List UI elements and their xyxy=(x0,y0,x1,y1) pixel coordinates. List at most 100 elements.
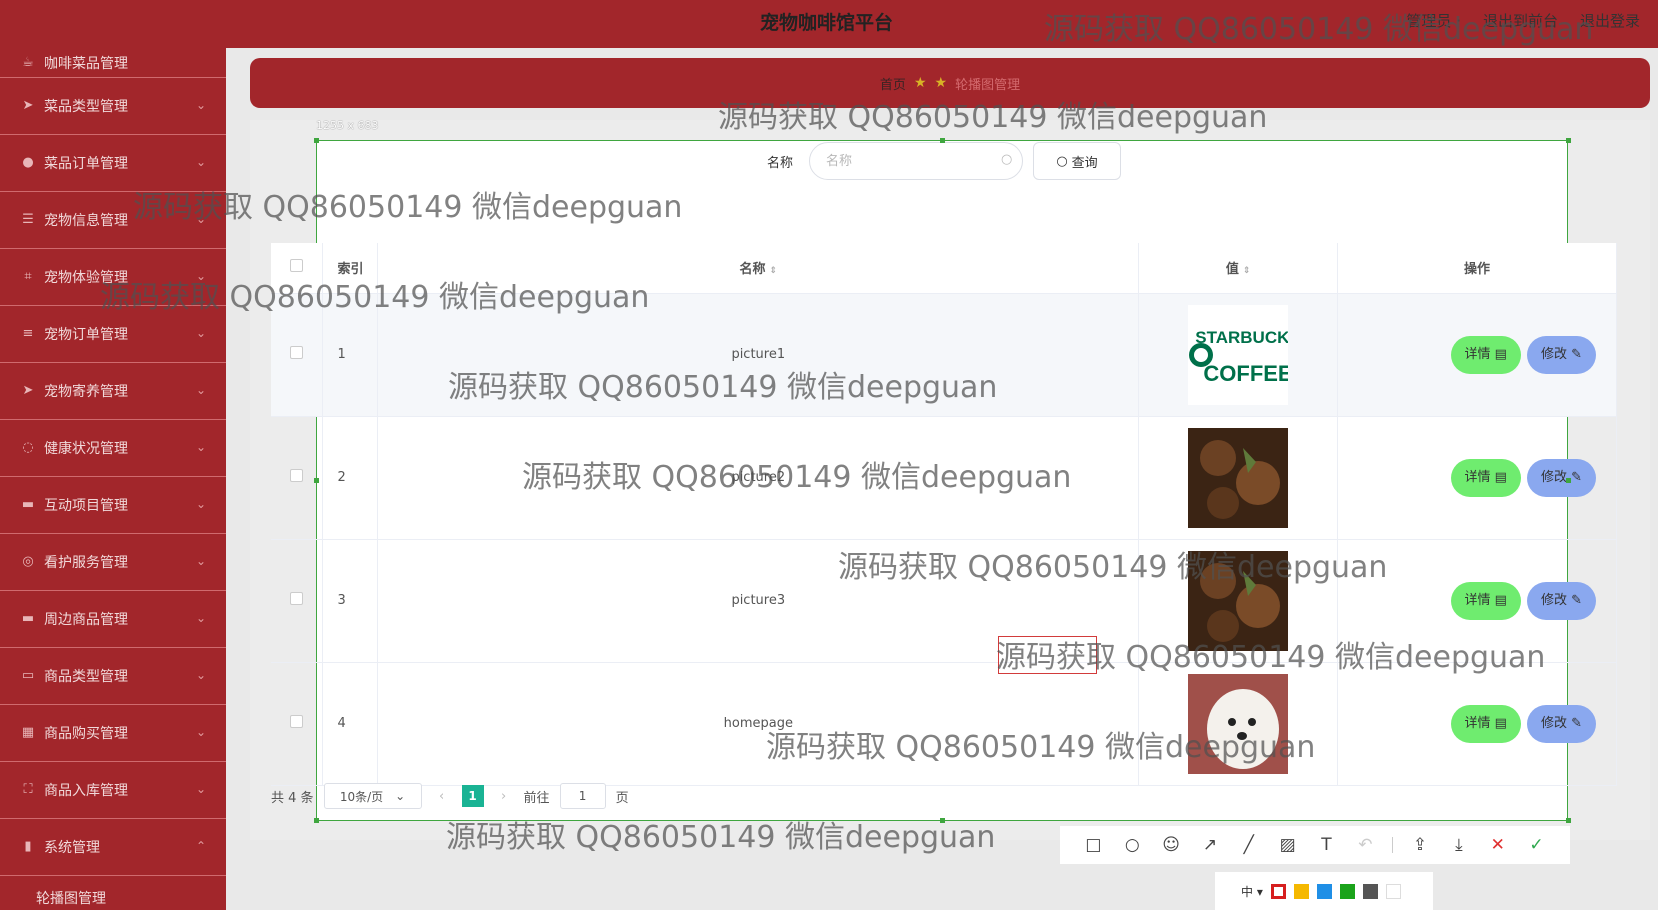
resize-handle[interactable] xyxy=(1566,138,1571,143)
rectangle-tool-icon[interactable]: □ xyxy=(1081,835,1105,855)
sidebar-item-label: 健康状况管理 xyxy=(44,441,128,457)
text-tool-icon[interactable]: T xyxy=(1314,835,1338,855)
detail-button[interactable]: 详情 ▤ xyxy=(1450,581,1521,620)
edit-button[interactable]: 修改 ✎ xyxy=(1526,704,1596,743)
sidebar-item-health[interactable]: ◌ 健康状况管理 ⌄ xyxy=(0,420,226,477)
download-icon[interactable]: ⤓ xyxy=(1447,835,1471,855)
chevron-up-icon: ⌃ xyxy=(195,839,206,853)
breadcrumb: 首页 ★ ★ 轮播图管理 xyxy=(250,58,1650,108)
color-swatch-green[interactable] xyxy=(1339,883,1355,899)
table-row: 1 picture1 STARBUCKS COFFEE 详情 ▤修改 ✎ xyxy=(271,293,1617,417)
page-size-select[interactable]: 10条/页 ⌄ xyxy=(323,783,422,809)
col-name[interactable]: 名称 ⇕ xyxy=(377,243,1140,294)
sidebar-item-dish-type[interactable]: ➤ 菜品类型管理 ⌄ xyxy=(0,78,226,135)
sort-icon[interactable]: ⇕ xyxy=(1243,266,1251,276)
edit-button[interactable]: 修改 ✎ xyxy=(1526,335,1596,374)
sidebar-item-dish-order[interactable]: ● 菜品订单管理 ⌄ xyxy=(0,135,226,192)
share-icon[interactable]: ⇪ xyxy=(1408,835,1432,855)
sidebar-item-label: 商品类型管理 xyxy=(44,669,128,685)
sidebar-item-label: 商品购买管理 xyxy=(44,726,128,742)
undo-icon[interactable]: ↶ xyxy=(1353,835,1377,855)
table-header-row: 索引 名称 ⇕ 值 ⇕ 操作 xyxy=(271,243,1617,294)
sidebar-item-interaction[interactable]: ▬ 互动项目管理 ⌄ xyxy=(0,477,226,534)
resize-handle[interactable] xyxy=(314,138,319,143)
send-icon: ➤ xyxy=(22,98,34,113)
search-button[interactable]: ○ 查询 xyxy=(1033,142,1121,180)
resize-handle[interactable] xyxy=(314,478,319,483)
row-checkbox[interactable] xyxy=(290,346,304,359)
font-size-select[interactable]: 中 ▾ xyxy=(1241,883,1263,900)
sidebar-item-label: 宠物订单管理 xyxy=(44,327,128,343)
sidebar-item-merch-stock[interactable]: ⛶ 商品入库管理 ⌄ xyxy=(0,762,226,819)
resize-handle[interactable] xyxy=(940,818,945,823)
sidebar-subitem-carousel[interactable]: 轮播图管理 xyxy=(0,876,226,910)
sidebar-item-pet-info[interactable]: ☰ 宠物信息管理 ⌄ xyxy=(0,192,226,249)
detail-button[interactable]: 详情 ▤ xyxy=(1450,704,1521,743)
sidebar-item-merch-purchase[interactable]: ▦ 商品购买管理 ⌄ xyxy=(0,705,226,762)
row-checkbox[interactable] xyxy=(290,469,304,482)
detail-button[interactable]: 详情 ▤ xyxy=(1450,335,1521,374)
color-swatch-red[interactable] xyxy=(1270,883,1286,899)
search-input[interactable] xyxy=(809,142,1023,180)
resize-handle[interactable] xyxy=(314,818,319,823)
sidebar-item-coffee-dish[interactable]: ☕ 咖啡菜品管理 xyxy=(0,48,226,78)
edit-button[interactable]: 修改 ✎ xyxy=(1526,581,1596,620)
color-swatch-yellow[interactable] xyxy=(1293,883,1309,899)
close-icon[interactable]: ✕ xyxy=(1486,835,1510,855)
chevron-down-icon: ⌄ xyxy=(195,326,206,340)
col-value[interactable]: 值 ⇕ xyxy=(1138,243,1339,294)
prev-page-icon[interactable]: ‹ xyxy=(432,789,452,804)
sidebar-item-pet-boarding[interactable]: ➤ 宠物寄养管理 ⌄ xyxy=(0,363,226,420)
sidebar-item-care-service[interactable]: ◎ 看护服务管理 ⌄ xyxy=(0,534,226,591)
sidebar-item-label: 菜品类型管理 xyxy=(44,99,128,115)
next-page-icon[interactable]: › xyxy=(494,789,514,804)
sidebar-item-system[interactable]: ▮ 系统管理 ⌃ xyxy=(0,819,226,876)
page-size-value: 10条/页 xyxy=(339,789,384,804)
search-bar: 名称 ○ ○ 查询 xyxy=(317,141,1567,181)
sidebar-item-pet-order[interactable]: ≡ 宠物订单管理 ⌄ xyxy=(0,306,226,363)
toolbar-divider xyxy=(1392,837,1394,853)
chevron-down-icon: ⌄ xyxy=(195,269,206,283)
select-all-checkbox[interactable] xyxy=(290,259,304,273)
emoji-tool-icon[interactable]: ☺ xyxy=(1159,835,1183,855)
breadcrumb-home[interactable]: 首页 xyxy=(880,74,906,93)
resize-handle[interactable] xyxy=(940,138,945,143)
color-swatch-blue[interactable] xyxy=(1316,883,1332,899)
sidebar-item-merch[interactable]: ▬ 周边商品管理 ⌄ xyxy=(0,591,226,648)
goto-page-input[interactable]: 1 xyxy=(559,783,606,809)
sort-icon[interactable]: ⇕ xyxy=(770,266,778,276)
sidebar-item-merch-type[interactable]: ▭ 商品类型管理 ⌄ xyxy=(0,648,226,705)
logout-link[interactable]: 退出登录 xyxy=(1580,10,1640,31)
row-checkbox[interactable] xyxy=(290,592,304,605)
pen-tool-icon[interactable]: ╱ xyxy=(1237,835,1261,855)
mosaic-tool-icon[interactable]: ▨ xyxy=(1276,835,1300,855)
chevron-down-icon: ⌄ xyxy=(195,554,206,568)
arrow-tool-icon[interactable]: ↗ xyxy=(1198,835,1222,855)
resize-handle[interactable] xyxy=(1566,818,1571,823)
chevron-down-icon: ⌄ xyxy=(195,782,206,796)
sidebar-item-pet-experience[interactable]: ⌗ 宠物体验管理 ⌄ xyxy=(0,249,226,306)
ellipse-tool-icon[interactable]: ○ xyxy=(1120,835,1144,855)
screenshot-selection[interactable]: 名称 ○ ○ 查询 索引 名称⇕ 值⇕ 操作 1 picture1 xyxy=(271,140,1617,821)
confirm-icon[interactable]: ✓ xyxy=(1525,835,1549,855)
sidebar-item-label: 菜品订单管理 xyxy=(44,156,128,172)
row-check-cell xyxy=(271,293,324,417)
color-swatch-gray[interactable] xyxy=(1362,883,1378,899)
user-icon: ● xyxy=(22,155,34,170)
page-number-current[interactable]: 1 xyxy=(461,785,484,807)
annotation-rectangle[interactable] xyxy=(998,636,1097,674)
color-swatch-white[interactable] xyxy=(1385,883,1401,899)
search-button-label: 查询 xyxy=(1071,155,1098,171)
sidebar-item-label: 商品入库管理 xyxy=(44,783,128,799)
detail-button[interactable]: 详情 ▤ xyxy=(1450,458,1521,497)
resize-handle[interactable] xyxy=(1566,478,1571,483)
back-to-front-link[interactable]: 退出到前台 xyxy=(1483,10,1558,31)
goto-prefix: 前往 xyxy=(523,790,550,806)
white-dog-image xyxy=(1188,673,1289,774)
search-label: 名称 xyxy=(767,156,794,171)
edit-button[interactable]: 修改 ✎ xyxy=(1526,458,1596,497)
sidebar-item-label: 宠物体验管理 xyxy=(44,270,128,286)
row-checkbox[interactable] xyxy=(290,715,304,728)
data-table: 索引 名称⇕ 值⇕ 操作 1 picture1 STARBUCKS COFFEE xyxy=(271,243,1617,786)
chevron-down-icon: ⌄ xyxy=(195,98,206,112)
